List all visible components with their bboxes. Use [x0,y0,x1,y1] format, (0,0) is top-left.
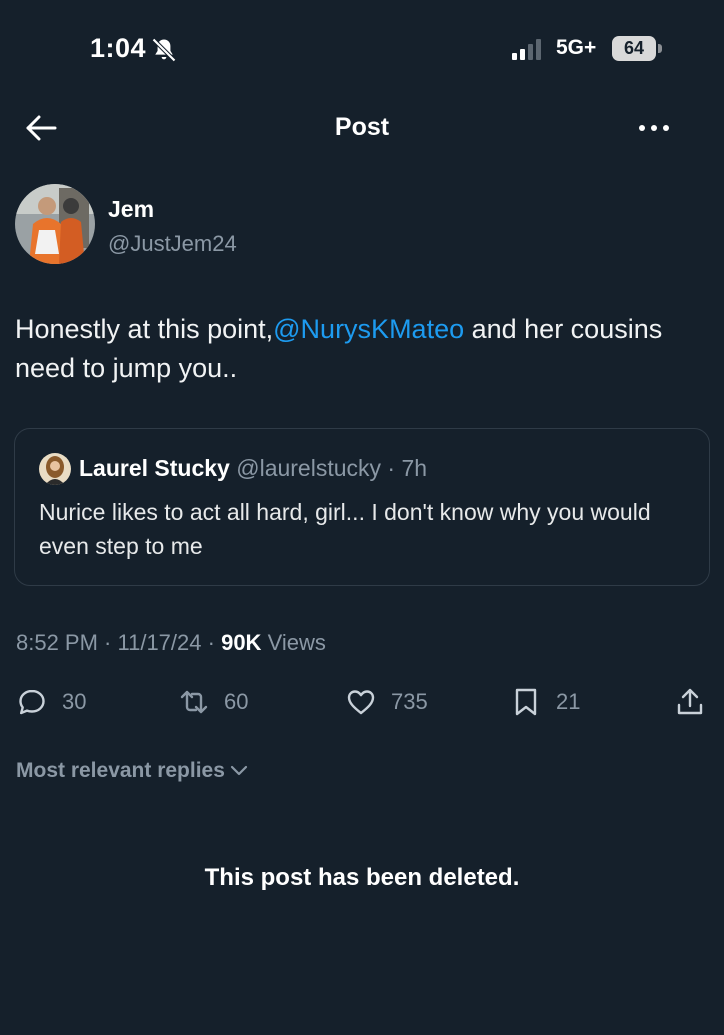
share-button[interactable] [674,684,706,720]
post-text-before: Honestly at this point, [15,314,274,344]
chevron-down-icon [230,766,248,776]
heart-icon [347,690,375,715]
reply-button[interactable]: 30 [16,684,86,720]
views-count[interactable]: 90K [221,630,261,655]
quote-author-name: Laurel Stucky [79,455,230,481]
reply-count: 30 [62,689,87,714]
quote-text: Nurice likes to act all hard, girl... I … [39,499,651,559]
meta-separator: · [201,630,222,655]
battery-icon: 64 [612,36,662,61]
quote-author-avatar [39,453,71,485]
mention-link[interactable]: @NurysKMateo [273,314,464,344]
author-handle[interactable]: @JustJem24 [108,231,237,257]
quote-header: Laurel Stucky @laurelstucky · 7h [79,455,427,482]
status-time: 1:04 [90,33,147,63]
repost-count: 60 [224,689,249,714]
quote-author-handle: @laurelstucky [236,455,382,481]
post-date: 11/17/24 [117,630,202,655]
meta-separator: · [97,630,118,655]
repost-icon [180,690,208,714]
views-label: Views [267,630,326,655]
bookmark-icon [515,688,537,716]
network-type: 5G+ [556,36,597,59]
repost-button[interactable]: 60 [178,684,248,720]
reply-icon [19,689,45,715]
bookmark-count: 21 [556,689,581,714]
share-icon [677,688,703,715]
post-time: 8:52 PM [16,630,98,655]
signal-icon [512,39,541,60]
author-avatar[interactable] [15,184,95,264]
author-name[interactable]: Jem [108,196,154,223]
replies-sort-dropdown[interactable]: Most relevant replies [16,759,249,783]
quote-time: 7h [401,455,428,481]
bookmark-button[interactable]: 21 [510,684,580,720]
like-count: 735 [391,689,428,714]
post-text: Honestly at this point,@NurysKMateo and … [15,310,705,388]
post-screen: 1:04 5G+ 64 Post Jem @JustJem24 Honestly… [0,0,724,1035]
deleted-post-notice: This post has been deleted. [204,864,520,891]
page-title: Post [334,113,390,141]
replies-sort-label: Most relevant replies [16,759,225,782]
bell-muted-icon [152,38,176,62]
quoted-post[interactable]: Laurel Stucky @laurelstucky · 7h Nurice … [14,428,710,586]
battery-level: 64 [612,36,656,61]
like-button[interactable]: 735 [345,684,428,720]
battery-tip [658,44,662,53]
post-meta: 8:52 PM · 11/17/24 · 90K Views [16,630,326,656]
more-options-icon[interactable] [632,110,676,146]
quote-separator: · [381,455,402,481]
